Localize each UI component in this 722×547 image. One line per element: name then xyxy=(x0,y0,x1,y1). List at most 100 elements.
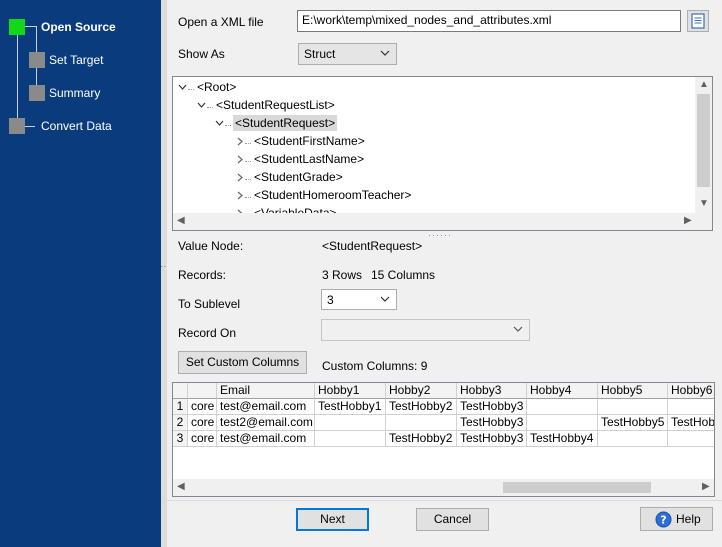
step-indicator-summary xyxy=(29,85,45,101)
cancel-button[interactable]: Cancel xyxy=(416,508,489,531)
grid-header-hobby6[interactable]: Hobby6 xyxy=(668,383,714,399)
grid-cell[interactable]: core xyxy=(188,415,217,431)
grid-header-email[interactable]: Email xyxy=(217,383,315,399)
grid-cell[interactable] xyxy=(598,399,668,415)
scrollbar-thumb[interactable] xyxy=(697,94,710,187)
tree-connector xyxy=(188,89,194,90)
preview-grid[interactable]: Email Hobby1 Hobby2 Hobby3 Hobby4 Hobby5… xyxy=(172,382,715,497)
grid-cell[interactable] xyxy=(386,415,457,431)
wizard-connector xyxy=(25,126,35,127)
step-indicator-open-source xyxy=(9,19,25,35)
grid-cell[interactable]: test@email.com xyxy=(217,431,315,447)
next-button[interactable]: Next xyxy=(296,508,369,531)
grid-cell[interactable]: TestHobby4 xyxy=(527,431,598,447)
chevron-down-icon xyxy=(513,326,523,332)
show-as-select[interactable]: Struct xyxy=(298,43,397,65)
step-label-set-target[interactable]: Set Target xyxy=(49,53,103,67)
grid-row-number[interactable]: 1 xyxy=(173,399,188,415)
grid-cell[interactable] xyxy=(668,431,714,447)
grid-header-hobby5[interactable]: Hobby5 xyxy=(598,383,668,399)
chevron-down-icon xyxy=(380,50,390,56)
records-rows: 3 Rows xyxy=(322,268,363,282)
grid-cell[interactable]: TestHobby6 xyxy=(668,415,714,431)
grid-cell[interactable] xyxy=(527,415,598,431)
step-label-open-source[interactable]: Open Source xyxy=(41,20,116,34)
grid-cell[interactable]: TestHobby3 xyxy=(457,431,527,447)
step-indicator-set-target xyxy=(29,52,45,68)
grid-cell[interactable]: core xyxy=(188,431,217,447)
grid-cell[interactable] xyxy=(315,415,386,431)
tree-connector xyxy=(245,161,251,162)
scroll-left-arrow-icon[interactable]: ◀ xyxy=(177,482,185,492)
scroll-left-arrow-icon[interactable]: ◀ xyxy=(177,216,185,226)
tree-connector xyxy=(245,143,251,144)
step-label-convert-data[interactable]: Convert Data xyxy=(41,119,112,133)
sublevel-select[interactable]: 3 xyxy=(321,289,397,310)
help-button-label: Help xyxy=(676,512,701,526)
svg-text:?: ? xyxy=(660,514,666,527)
scroll-right-arrow-icon[interactable]: ▶ xyxy=(684,216,692,226)
tree-node-student-homeroom-teacher[interactable]: <StudentHomeroomTeacher> xyxy=(254,188,411,202)
scroll-right-arrow-icon[interactable]: ▶ xyxy=(702,482,710,492)
show-as-value: Struct xyxy=(304,47,336,61)
grid-header-hobby3[interactable]: Hobby3 xyxy=(457,383,527,399)
browse-button[interactable] xyxy=(687,10,709,32)
grid-cell[interactable]: TestHobby3 xyxy=(457,399,527,415)
file-label: Open a XML file xyxy=(178,15,264,29)
tree-connector xyxy=(225,125,231,126)
expand-chevron-icon[interactable] xyxy=(197,101,206,110)
help-icon: ? xyxy=(655,511,672,528)
collapse-chevron-icon[interactable] xyxy=(235,173,244,182)
tree-horizontal-scrollbar[interactable]: ◀ ▶ xyxy=(173,213,712,230)
collapse-chevron-icon[interactable] xyxy=(235,137,244,146)
collapse-chevron-icon[interactable] xyxy=(235,191,244,200)
tree-node-student-request[interactable]: <StudentRequest> xyxy=(233,115,338,131)
set-custom-columns-button[interactable]: Set Custom Columns xyxy=(178,351,307,374)
wizard-sidebar: Open Source Set Target Summary Convert D… xyxy=(0,0,161,547)
collapse-chevron-icon[interactable] xyxy=(235,155,244,164)
help-button[interactable]: ? Help xyxy=(640,507,713,531)
scroll-up-arrow-icon[interactable]: ▲ xyxy=(699,80,709,90)
grid-cell[interactable]: test@email.com xyxy=(217,399,315,415)
expand-chevron-icon[interactable] xyxy=(178,83,187,92)
record-on-select[interactable] xyxy=(321,319,530,341)
grid-cell[interactable]: TestHobby3 xyxy=(457,415,527,431)
grid-cell[interactable]: TestHobby1 xyxy=(315,399,386,415)
file-path-input[interactable]: E:\work\temp\mixed_nodes_and_attributes.… xyxy=(297,10,681,32)
grid-header[interactable] xyxy=(188,383,217,399)
tree-connector xyxy=(245,197,251,198)
show-as-label: Show As xyxy=(178,47,225,61)
value-node-label: Value Node: xyxy=(178,239,244,253)
grid-row-number[interactable]: 3 xyxy=(173,431,188,447)
tree-splitter-grip[interactable]: ······ xyxy=(428,230,452,240)
tree-node-student-request-list[interactable]: <StudentRequestList> xyxy=(216,98,335,112)
expand-chevron-icon[interactable] xyxy=(215,119,224,128)
tree-vertical-scrollbar[interactable]: ▲ ▼ xyxy=(695,77,712,213)
grid-cell[interactable] xyxy=(598,431,668,447)
grid-cell[interactable]: core xyxy=(188,399,217,415)
grid-cell[interactable] xyxy=(315,431,386,447)
grid-cell[interactable]: TestHobby2 xyxy=(386,431,457,447)
tree-node-student-grade[interactable]: <StudentGrade> xyxy=(254,170,343,184)
grid-cell[interactable]: TestHobby5 xyxy=(598,415,668,431)
scroll-down-arrow-icon[interactable]: ▼ xyxy=(699,199,709,209)
step-label-summary[interactable]: Summary xyxy=(49,86,100,100)
grid-horizontal-scrollbar[interactable]: ◀ ▶ xyxy=(173,479,714,496)
grid-header-hobby1[interactable]: Hobby1 xyxy=(315,383,386,399)
tree-node-root[interactable]: <Root> xyxy=(197,80,236,94)
grid-cell[interactable] xyxy=(527,399,598,415)
tree-node-student-first-name[interactable]: <StudentFirstName> xyxy=(254,134,365,148)
grid-header-hobby2[interactable]: Hobby2 xyxy=(386,383,457,399)
xml-tree-view[interactable]: <Root> <StudentRequestList> <StudentRequ… xyxy=(172,76,713,231)
tree-node-student-last-name[interactable]: <StudentLastName> xyxy=(254,152,364,166)
step-indicator-convert-data xyxy=(9,118,25,134)
scrollbar-thumb[interactable] xyxy=(503,482,651,493)
chevron-down-icon xyxy=(380,296,390,302)
grid-cell[interactable]: test2@email.com xyxy=(217,415,315,431)
tree-connector xyxy=(245,179,251,180)
grid-row-number[interactable]: 2 xyxy=(173,415,188,431)
grid-header-hobby4[interactable]: Hobby4 xyxy=(527,383,598,399)
grid-cell[interactable]: TestHobby2 xyxy=(386,399,457,415)
grid-cell[interactable] xyxy=(668,399,714,415)
wizard-connector xyxy=(17,26,18,126)
